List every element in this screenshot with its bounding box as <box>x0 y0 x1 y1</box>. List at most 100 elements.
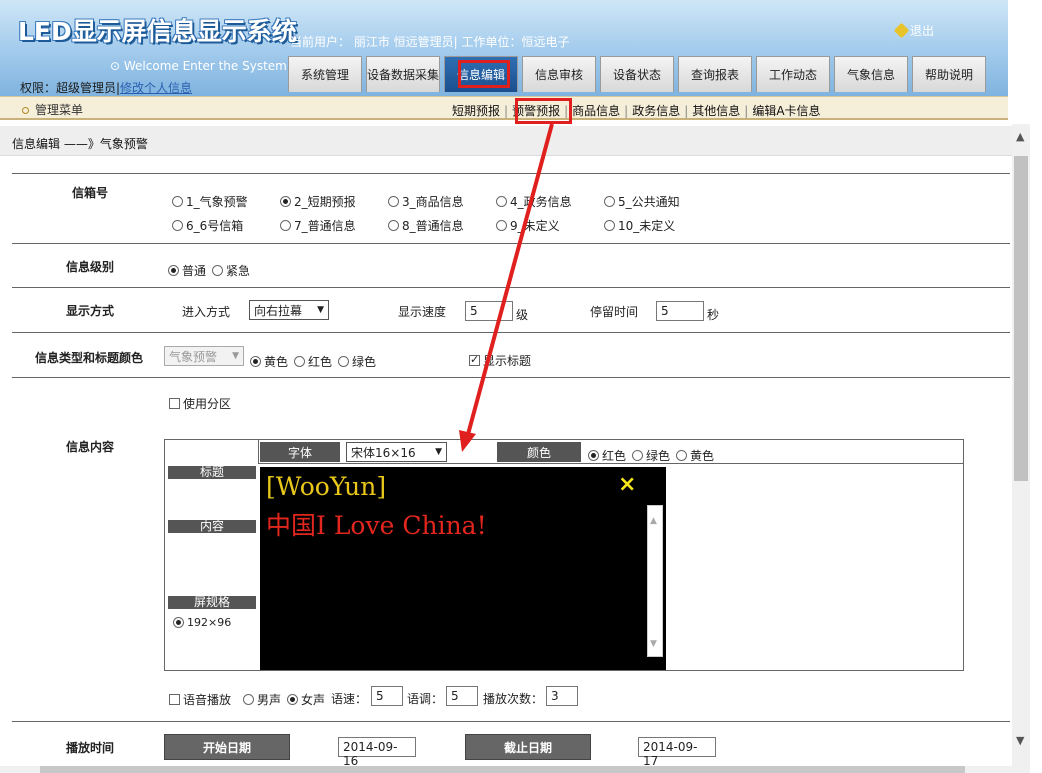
tab-info-review[interactable]: 信息审核 <box>522 56 596 92</box>
radio-icon <box>676 450 687 461</box>
voice-male[interactable]: 男声 <box>243 691 281 708</box>
mailbox-option-4[interactable]: 4_政务信息 <box>496 193 572 210</box>
title-color-yellow[interactable]: 黄色 <box>250 353 288 370</box>
radio-icon <box>588 450 599 461</box>
logout-button[interactable]: 退出 <box>893 22 934 39</box>
play-count-input[interactable]: 3 <box>546 686 578 706</box>
sublink-goods-info[interactable]: 商品信息 <box>572 104 620 118</box>
tab-work-news[interactable]: 工作动态 <box>756 56 830 92</box>
tab-query-report[interactable]: 查询报表 <box>678 56 752 92</box>
body-side-label: 内容 <box>168 520 256 533</box>
role-info: 权限：超级管理员|修改个人信息 <box>20 79 192 96</box>
chevron-down-icon: ▼ <box>435 447 442 457</box>
scroll-down-icon[interactable]: ▼ <box>650 639 657 649</box>
level-option-urgent[interactable]: 紧急 <box>212 262 250 279</box>
info-type-select[interactable]: 气象预警 ▼ <box>164 346 244 366</box>
key-icon <box>893 22 910 39</box>
radio-icon <box>496 196 507 207</box>
level-option-normal[interactable]: 普通 <box>168 262 206 279</box>
start-date-input[interactable]: 2014-09-16 <box>338 737 416 768</box>
radio-icon <box>338 356 349 367</box>
app-title: LED显示屏信息显示系统 <box>18 17 297 46</box>
tab-weather-info[interactable]: 气象信息 <box>834 56 908 92</box>
divider <box>12 243 1010 244</box>
radio-icon <box>250 356 261 367</box>
scroll-up-icon[interactable]: ▲ <box>650 516 657 526</box>
radio-icon <box>604 196 615 207</box>
current-user-info: 当前用户： 丽江市 恒远管理员| 工作单位：恒远电子 <box>290 35 570 49</box>
speed-label: 显示速度 <box>398 305 447 319</box>
mailbox-option-5[interactable]: 5_公共通知 <box>604 193 680 210</box>
end-date-input[interactable]: 2014-09-17 <box>638 737 716 768</box>
radio-icon <box>212 265 223 276</box>
tab-info-edit[interactable]: 信息编辑 <box>444 56 518 92</box>
divider <box>12 287 1010 288</box>
mailbox-label: 信箱号 <box>71 186 108 200</box>
mailbox-option-10[interactable]: 10_未定义 <box>604 217 675 234</box>
voice-play-checkbox[interactable]: 语音播放 <box>169 691 231 708</box>
preview-scrollbar[interactable]: ▲ ▼ <box>647 505 663 657</box>
scrollbar-thumb[interactable] <box>40 766 965 773</box>
content-label: 信息内容 <box>65 440 114 454</box>
text-color-green[interactable]: 绿色 <box>632 447 670 464</box>
voice-tone-input[interactable]: 5 <box>446 686 478 706</box>
radio-icon <box>243 694 254 705</box>
management-menu[interactable]: 管理菜单 <box>22 101 83 118</box>
text-color-yellow[interactable]: 黄色 <box>676 447 714 464</box>
font-select[interactable]: 宋体16×16 ▼ <box>346 442 447 462</box>
mailbox-option-6[interactable]: 6_6号信箱 <box>172 217 243 234</box>
sublink-short-forecast[interactable]: 短期预报 <box>452 104 500 118</box>
radio-icon <box>388 220 399 231</box>
sublink-gov-info[interactable]: 政务信息 <box>632 104 680 118</box>
tab-help[interactable]: 帮助说明 <box>912 56 986 92</box>
mailbox-option-1[interactable]: 1_气象预警 <box>172 193 248 210</box>
sublink-warning-forecast[interactable]: 预警预报 <box>512 104 560 118</box>
end-date-button[interactable]: 截止日期 <box>465 734 591 760</box>
color-label: 颜色 <box>497 442 581 462</box>
sublink-edit-a-card[interactable]: 编辑A卡信息 <box>752 104 820 118</box>
radio-icon <box>287 694 298 705</box>
content-editor: 字体 宋体16×16 ▼ 颜色 红色 绿色 黄色 标题 内容 屏规格 192×96… <box>164 439 964 671</box>
radio-icon <box>168 265 179 276</box>
enter-mode-select[interactable]: 向右拉幕 ▼ <box>249 300 329 320</box>
management-menu-label: 管理菜单 <box>35 103 84 117</box>
mailbox-option-3[interactable]: 3_商品信息 <box>388 193 464 210</box>
close-icon[interactable]: × <box>618 472 636 497</box>
chevron-down-icon: ▼ <box>317 305 324 315</box>
screen-spec-option[interactable]: 192×96 <box>173 616 231 629</box>
tab-system-management[interactable]: 系统管理 <box>288 56 362 92</box>
mailbox-option-8[interactable]: 8_普通信息 <box>388 217 464 234</box>
radio-icon <box>280 220 291 231</box>
radio-icon <box>388 196 399 207</box>
page-vertical-scrollbar[interactable]: ▲ ▼ <box>1012 124 1030 773</box>
title-side-label: 标题 <box>168 466 256 479</box>
mailbox-option-7[interactable]: 7_普通信息 <box>280 217 356 234</box>
screen-spec-side-label: 屏规格 <box>168 596 256 609</box>
header: LED显示屏信息显示系统 当前用户： 丽江市 恒远管理员| 工作单位：恒远电子 … <box>0 0 1008 96</box>
tab-device-data-collection[interactable]: 设备数据采集 <box>366 56 440 92</box>
sublink-other-info[interactable]: 其他信息 <box>692 104 740 118</box>
change-info-link[interactable]: 修改个人信息 <box>120 81 192 95</box>
page-horizontal-scrollbar[interactable] <box>0 766 1012 773</box>
voice-speed-input[interactable]: 5 <box>371 686 403 706</box>
stay-time-input[interactable]: 5 <box>656 301 704 321</box>
voice-speed-label: 语速： <box>331 692 368 706</box>
mailbox-option-9[interactable]: 9_未定义 <box>496 217 560 234</box>
speed-unit: 级 <box>516 308 529 322</box>
text-color-red[interactable]: 红色 <box>588 447 626 464</box>
voice-female[interactable]: 女声 <box>287 691 325 708</box>
scroll-up-icon[interactable]: ▲ <box>1016 130 1024 143</box>
led-preview-screen[interactable]: [WooYun] 中国I Love China! × ▲ ▼ <box>260 467 666 670</box>
mailbox-option-2[interactable]: 2_短期预报 <box>280 193 356 210</box>
use-partition-checkbox[interactable]: 使用分区 <box>169 395 231 412</box>
title-color-green[interactable]: 绿色 <box>338 353 376 370</box>
title-color-red[interactable]: 红色 <box>294 353 332 370</box>
scroll-down-icon[interactable]: ▼ <box>1016 734 1024 747</box>
radio-icon <box>172 220 183 231</box>
speed-input[interactable]: 5 <box>465 301 513 321</box>
show-title-checkbox[interactable]: 显示标题 <box>469 352 531 369</box>
led-title-text: [WooYun] <box>266 472 387 501</box>
scrollbar-thumb[interactable] <box>1014 156 1028 481</box>
start-date-button[interactable]: 开始日期 <box>164 734 290 760</box>
tab-device-status[interactable]: 设备状态 <box>600 56 674 92</box>
